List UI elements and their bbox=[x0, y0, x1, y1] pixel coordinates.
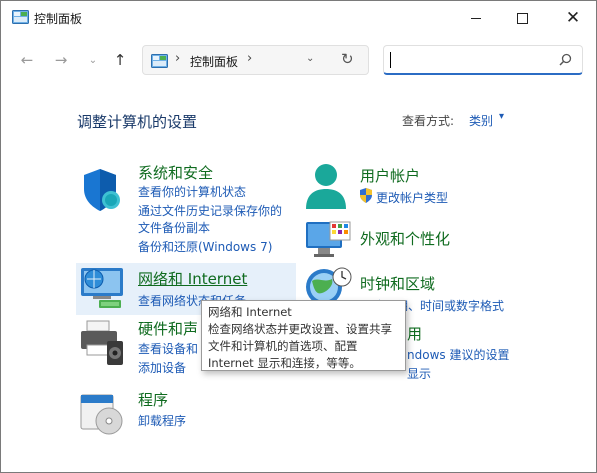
maximize-button[interactable] bbox=[499, 1, 545, 35]
shield-icon bbox=[84, 169, 120, 211]
category-network-internet[interactable]: 网络和 Internet bbox=[138, 268, 247, 289]
tooltip-line: 检查网络状态并更改设置、设置共享 bbox=[208, 322, 392, 336]
link-change-account-type[interactable]: 更改帐户类型 bbox=[376, 189, 448, 206]
programs-disc-icon bbox=[80, 394, 123, 435]
tooltip-line: 文件和计算机的首选项、配置 bbox=[208, 339, 358, 353]
breadcrumb-separator-icon[interactable]: › bbox=[247, 51, 252, 66]
view-by-label: 查看方式: bbox=[402, 114, 455, 128]
control-panel-icon bbox=[151, 54, 168, 68]
link-view-computer-status[interactable]: 查看你的计算机状态 bbox=[138, 183, 246, 200]
minimize-button[interactable] bbox=[453, 1, 499, 35]
tooltip-title: 网络和 Internet bbox=[208, 305, 292, 319]
view-by-dropdown[interactable]: 类别 bbox=[469, 112, 493, 129]
back-button[interactable]: ← bbox=[15, 47, 39, 73]
search-icon[interactable] bbox=[559, 53, 572, 66]
appearance-monitor-icon bbox=[306, 221, 351, 257]
breadcrumb-control-panel[interactable]: 控制面板 bbox=[190, 53, 238, 70]
category-appearance[interactable]: 外观和个性化 bbox=[360, 228, 450, 249]
recent-locations-button[interactable]: ⌄ bbox=[81, 47, 105, 73]
category-user-accounts[interactable]: 用户帐户 bbox=[360, 165, 420, 186]
printer-speaker-icon bbox=[81, 320, 123, 365]
link-windows-suggested-settings[interactable]: ndows 建议的设置 bbox=[407, 346, 509, 363]
link-optimize-display[interactable]: 显示 bbox=[407, 365, 431, 382]
category-system-security[interactable]: 系统和安全 bbox=[138, 162, 213, 183]
link-uninstall-program[interactable]: 卸载程序 bbox=[138, 412, 186, 429]
link-file-history-cont[interactable]: 文件备份副本 bbox=[138, 219, 210, 236]
maximize-icon bbox=[516, 12, 528, 24]
arrow-left-icon: ← bbox=[20, 51, 34, 69]
chevron-down-icon[interactable]: ▾ bbox=[499, 111, 504, 122]
address-dropdown-icon[interactable]: ⌄ bbox=[306, 53, 314, 64]
tooltip-line: Internet 显示和连接，等等。 bbox=[208, 356, 361, 370]
network-globe-icon bbox=[81, 268, 123, 308]
control-panel-window: 控制面板 ✕ ← → ⌄ ↑ › 控制面板 › ⌄ ↻ 调整计算机的设置 查看方… bbox=[0, 0, 597, 473]
category-programs[interactable]: 程序 bbox=[138, 389, 168, 410]
link-add-device[interactable]: 添加设备 bbox=[138, 359, 186, 376]
text-caret bbox=[390, 52, 391, 68]
uac-shield-icon bbox=[360, 188, 372, 203]
minimize-icon bbox=[471, 17, 481, 19]
link-backup-restore[interactable]: 备份和还原(Windows 7) bbox=[138, 238, 272, 255]
breadcrumb-separator-icon[interactable]: › bbox=[175, 51, 180, 66]
address-bar[interactable]: › 控制面板 › ⌄ ↻ bbox=[142, 45, 369, 75]
navigation-bar: ← → ⌄ ↑ › 控制面板 › ⌄ ↻ bbox=[1, 41, 596, 81]
link-file-history[interactable]: 通过文件历史记录保存你的 bbox=[138, 202, 282, 219]
title-bar: 控制面板 ✕ bbox=[1, 1, 596, 35]
link-view-devices[interactable]: 查看设备和 bbox=[138, 340, 198, 357]
category-clock-region[interactable]: 时钟和区域 bbox=[360, 273, 435, 294]
search-box[interactable] bbox=[383, 45, 583, 75]
page-title: 调整计算机的设置 bbox=[77, 113, 198, 131]
category-hardware-sound[interactable]: 硬件和声 bbox=[138, 318, 198, 339]
category-ease-of-access[interactable]: 用 bbox=[407, 323, 422, 344]
arrow-right-icon: → bbox=[54, 51, 68, 69]
arrow-up-icon: ↑ bbox=[113, 51, 127, 69]
user-accounts-icon bbox=[306, 164, 346, 209]
close-icon: ✕ bbox=[565, 7, 581, 28]
control-panel-icon bbox=[12, 10, 29, 24]
network-tooltip: 网络和 Internet 检查网络状态并更改设置、设置共享 文件和计算机的首选项… bbox=[201, 300, 406, 371]
refresh-icon[interactable]: ↻ bbox=[341, 50, 354, 68]
forward-button[interactable]: → bbox=[49, 47, 73, 73]
chevron-down-icon: ⌄ bbox=[88, 54, 98, 66]
up-button[interactable]: ↑ bbox=[108, 47, 132, 73]
window-title: 控制面板 bbox=[34, 12, 83, 26]
close-button[interactable]: ✕ bbox=[550, 1, 596, 35]
